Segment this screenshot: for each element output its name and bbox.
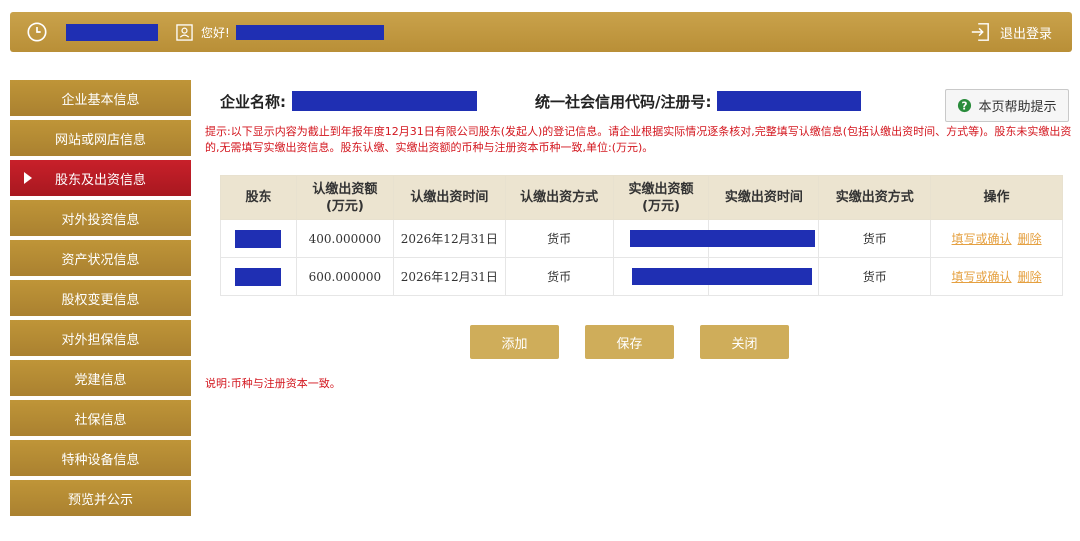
cell-paid-method: 货币: [818, 219, 932, 258]
user-icon: [176, 23, 193, 41]
redacted-username: [235, 24, 384, 40]
col-paid-date: 实缴出资时间: [708, 175, 820, 220]
page: 您好! 退出登录 企业基本信息 网站或网店信息 股东及出资信息 对外投资信息 资…: [0, 0, 1080, 541]
sidebar-item-label: 对外担保信息: [61, 332, 140, 348]
cell-subscribed-method: 货币: [504, 219, 614, 258]
cell-shareholder: [220, 257, 297, 296]
sidebar-item-label: 预览并公示: [67, 492, 133, 508]
credit-code-label: 统一社会信用代码/注册号:: [535, 92, 712, 111]
save-button[interactable]: 保存: [585, 325, 674, 359]
greeting: 您好!: [201, 25, 230, 40]
redacted-company-name: [292, 91, 477, 111]
top-bar: 您好! 退出登录: [10, 12, 1072, 52]
sidebar-item-label: 股东及出资信息: [54, 172, 146, 188]
sidebar-item-special-equipment[interactable]: 特种设备信息: [10, 440, 191, 476]
col-subscribed-date: 认缴出资时间: [392, 175, 506, 220]
cell-subscribed-amount: 400.000000: [295, 219, 394, 258]
delete-link[interactable]: 删除: [1018, 232, 1042, 246]
cell-actions: 填写或确认 删除: [930, 257, 1063, 296]
col-subscribed-amount-label: 认缴出资额 (万元): [312, 181, 378, 214]
sidebar-item-party[interactable]: 党建信息: [10, 360, 191, 396]
redacted-credit-code: [717, 91, 862, 111]
edit-confirm-link[interactable]: 填写或确认: [952, 232, 1012, 246]
company-name-label: 企业名称:: [220, 92, 286, 111]
sidebar-item-label: 股权变更信息: [61, 292, 140, 308]
logout-label: 退出登录: [999, 26, 1052, 42]
company-info-row: 企业名称: 统一社会信用代码/注册号:: [220, 90, 862, 112]
col-shareholder: 股东: [220, 175, 297, 220]
logout-icon: [971, 23, 989, 41]
sidebar-item-investment[interactable]: 对外投资信息: [10, 200, 191, 236]
sidebar-item-assets[interactable]: 资产状况信息: [10, 240, 191, 276]
active-arrow-icon: [24, 172, 32, 184]
redacted-shareholder: [235, 267, 282, 286]
delete-link[interactable]: 删除: [1018, 270, 1042, 284]
help-button[interactable]: ? 本页帮助提示: [945, 89, 1069, 122]
edit-confirm-link[interactable]: 填写或确认: [952, 270, 1012, 284]
sidebar-item-preview-publish[interactable]: 预览并公示: [10, 480, 191, 516]
table-header-row: 股东 认缴出资额 (万元) 认缴出资时间 认缴出资方式 实缴出资额 (万元) 实缴出…: [220, 175, 1063, 220]
col-paid-amount: 实缴出资额 (万元): [612, 175, 710, 220]
sidebar-item-equity-change[interactable]: 股权变更信息: [10, 280, 191, 316]
help-label: 本页帮助提示: [978, 100, 1057, 115]
sidebar-item-label: 资产状况信息: [61, 252, 140, 268]
help-icon: ?: [958, 98, 972, 112]
col-paid-amount-label: 实缴出资额 (万元): [628, 181, 694, 214]
close-button[interactable]: 关闭: [700, 325, 789, 359]
sidebar-item-label: 网站或网店信息: [54, 132, 146, 148]
sidebar-item-label: 对外投资信息: [61, 212, 140, 228]
col-paid-method: 实缴出资方式: [818, 175, 932, 220]
svg-text:?: ?: [962, 100, 968, 112]
note-text: 说明:币种与注册资本一致。: [205, 377, 341, 390]
sidebar-item-basic-info[interactable]: 企业基本信息: [10, 80, 191, 116]
col-subscribed-amount: 认缴出资额 (万元): [295, 175, 394, 220]
redacted-account: [66, 23, 158, 41]
sidebar-item-label: 特种设备信息: [61, 452, 140, 468]
sidebar-item-social-security[interactable]: 社保信息: [10, 400, 191, 436]
tip-text: 提示:以下显示内容为截止到年报年度12月31日有限公司股东(发起人)的登记信息。…: [205, 125, 1072, 154]
logout-button[interactable]: 退出登录: [970, 12, 1052, 52]
cell-paid-method: 货币: [818, 257, 932, 296]
sidebar-item-guarantee[interactable]: 对外担保信息: [10, 320, 191, 356]
add-button[interactable]: 添加: [470, 325, 559, 359]
clock-icon: [27, 22, 47, 42]
redacted-paid-info: [630, 230, 815, 247]
sidebar-item-shareholders[interactable]: 股东及出资信息: [10, 160, 191, 196]
cell-subscribed-amount: 600.000000: [295, 257, 394, 296]
cell-actions: 填写或确认 删除: [930, 219, 1063, 258]
sidebar-item-website[interactable]: 网站或网店信息: [10, 120, 191, 156]
cell-shareholder: [220, 219, 297, 258]
sidebar-item-label: 党建信息: [74, 372, 127, 388]
sidebar-item-label: 企业基本信息: [61, 92, 140, 108]
cell-subscribed-date: 2026年12月31日: [392, 219, 506, 258]
redacted-shareholder: [235, 229, 282, 248]
sidebar-item-label: 社保信息: [74, 412, 127, 428]
col-subscribed-method: 认缴出资方式: [504, 175, 614, 220]
cell-subscribed-method: 货币: [504, 257, 614, 296]
cell-subscribed-date: 2026年12月31日: [392, 257, 506, 296]
col-actions: 操作: [930, 175, 1063, 220]
redacted-paid-info: [632, 268, 812, 285]
sidebar: 企业基本信息 网站或网店信息 股东及出资信息 对外投资信息 资产状况信息 股权变…: [10, 80, 191, 520]
